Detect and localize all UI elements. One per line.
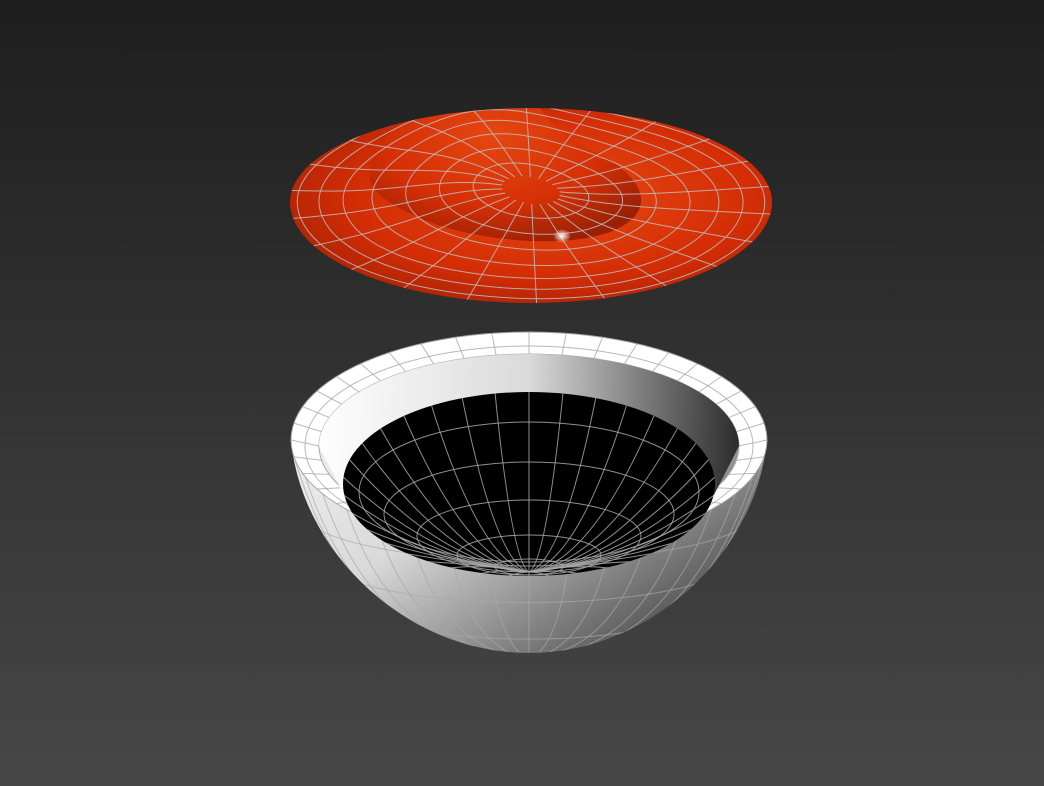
dome-lid-specular — [553, 229, 571, 243]
perspective-viewport[interactable] — [0, 0, 1044, 786]
viewport-scene[interactable] — [0, 0, 1044, 786]
